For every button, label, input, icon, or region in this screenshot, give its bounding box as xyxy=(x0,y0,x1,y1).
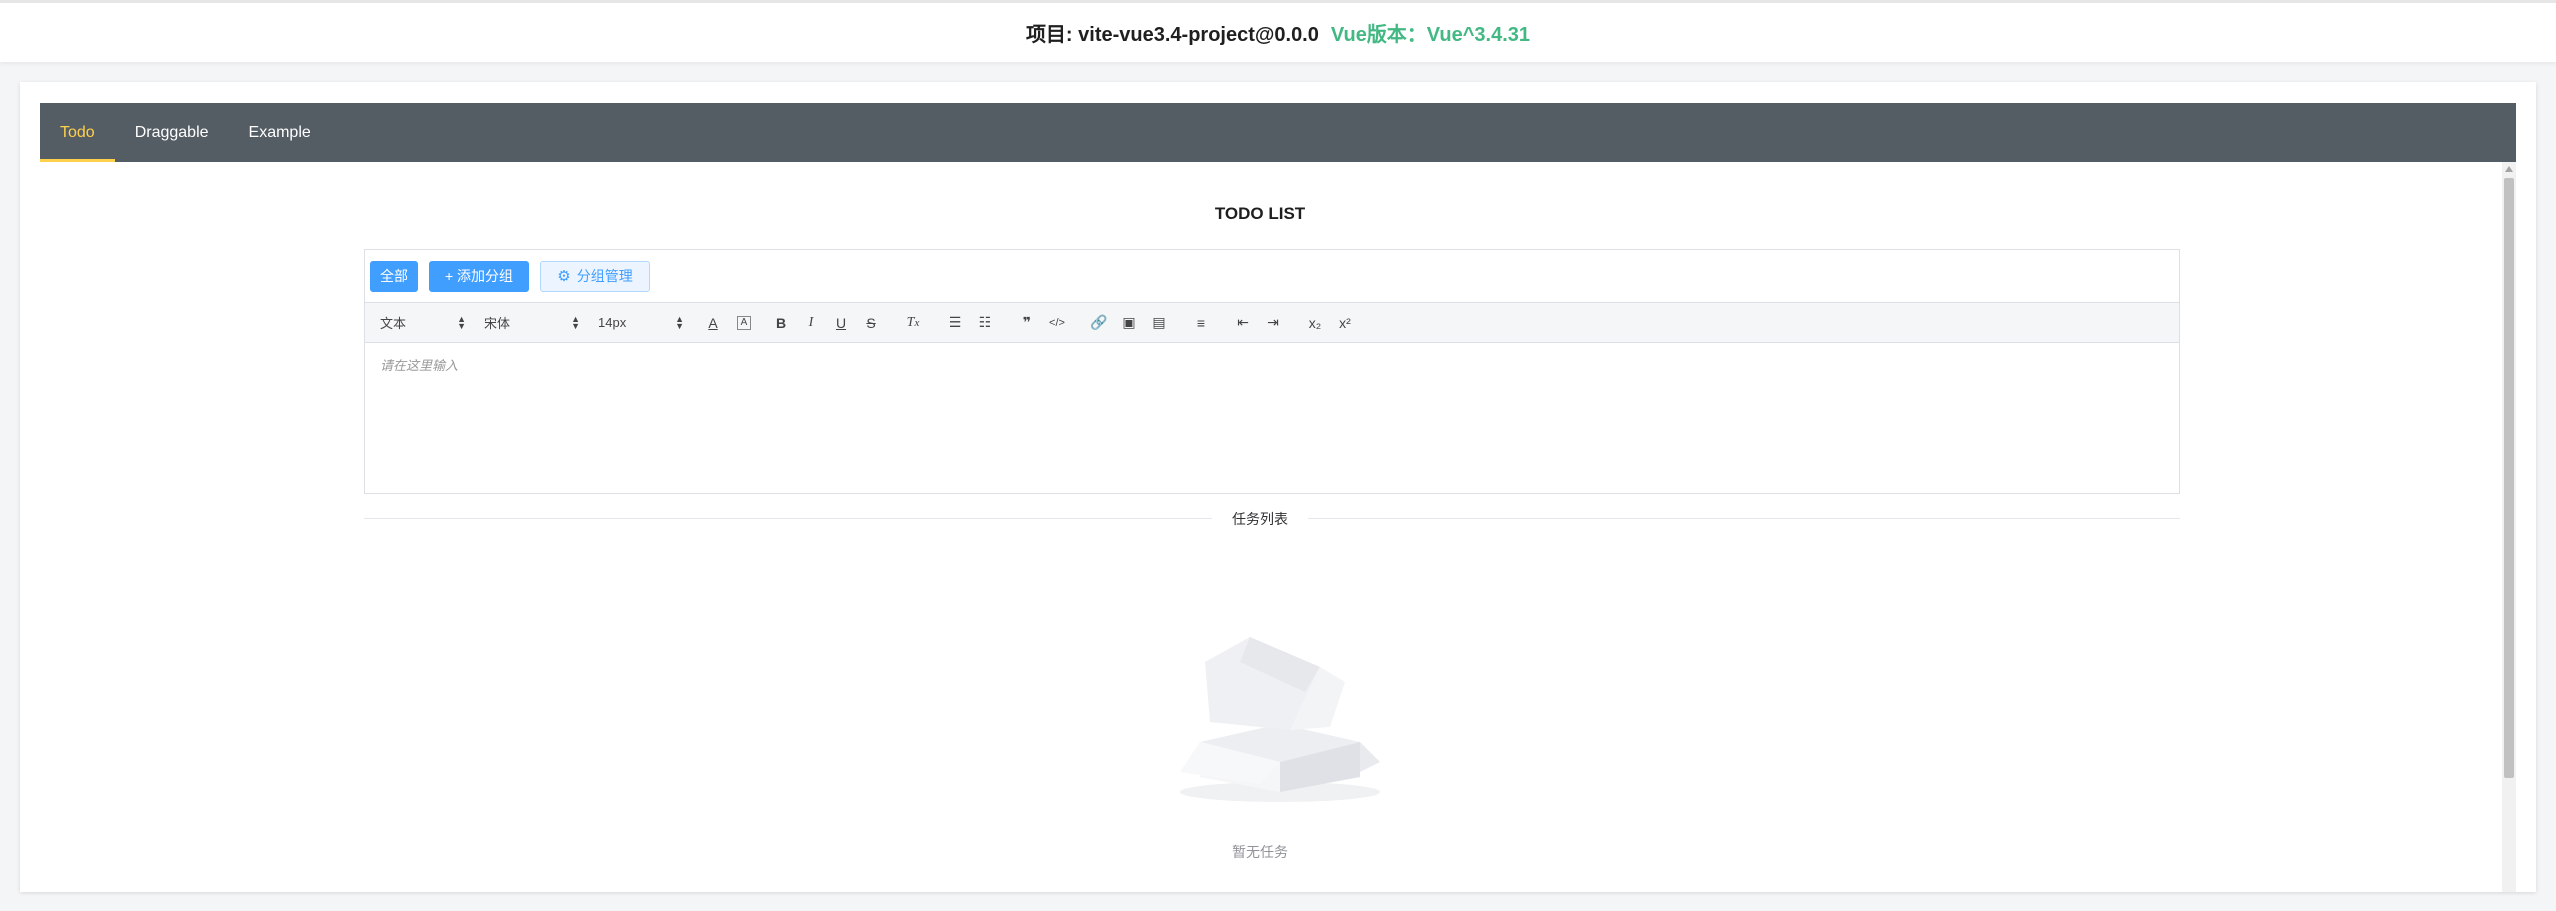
nav-menu: Todo Draggable Example xyxy=(40,103,2516,162)
header-picker-caret-icon: ▲ ▼ xyxy=(457,313,466,331)
tab-draggable[interactable]: Draggable xyxy=(115,103,229,162)
project-name: 项目: vite-vue3.4-project@0.0.0 xyxy=(1025,24,1319,46)
manage-groups-button[interactable]: ⚙ 分组管理 xyxy=(540,260,650,292)
font-picker-caret-icon: ▲ ▼ xyxy=(571,313,580,331)
scroll-up-arrow[interactable] xyxy=(2505,166,2513,172)
align-icon[interactable]: ≡ xyxy=(1190,312,1212,334)
empty-text: 暂无任务 xyxy=(1232,844,1288,860)
size-picker-value: 14px xyxy=(598,315,627,330)
font-picker[interactable]: 宋体 ▲ ▼ xyxy=(484,313,580,332)
italic-icon[interactable]: I xyxy=(800,312,822,334)
background-color-icon[interactable]: A xyxy=(737,315,751,330)
link-icon[interactable]: 🔗 xyxy=(1088,312,1110,334)
tab-todo[interactable]: Todo xyxy=(40,103,115,162)
editor-toolbar: 文本 ▲ ▼ 宋体 ▲ ▼ 14px ▲ ▼ A A B I U S Tx ☰ ☷ ❞ xyxy=(365,303,2179,343)
underline-icon[interactable]: U xyxy=(830,312,852,334)
size-picker[interactable]: 14px ▲ ▼ xyxy=(598,313,684,331)
tab-example[interactable]: Example xyxy=(229,103,331,162)
strike-icon[interactable]: S xyxy=(860,312,882,334)
vertical-scrollbar[interactable] xyxy=(2502,162,2516,892)
empty-box-icon xyxy=(1180,637,1380,802)
gear-icon: ⚙ xyxy=(557,268,571,285)
font-picker-value: 宋体 xyxy=(484,316,511,331)
all-group-button[interactable]: 全部 xyxy=(370,260,418,292)
header-picker[interactable]: 文本 ▲ ▼ xyxy=(380,313,466,332)
group-bar: 全部 + 添加分组 ⚙ 分组管理 xyxy=(365,250,2179,303)
task-divider-label: 任务列表 xyxy=(1212,511,1308,527)
code-block-icon[interactable]: </> xyxy=(1046,312,1068,334)
text-color-icon[interactable]: A xyxy=(702,312,724,334)
todo-editor: 全部 + 添加分组 ⚙ 分组管理 文本 ▲ ▼ 宋体 ▲ ▼ 14px ▲ ▼ A A… xyxy=(364,249,2180,494)
task-divider: 任务列表 xyxy=(20,509,2500,529)
main-card: Todo Draggable Example TODO LIST 全部 + 添加… xyxy=(20,82,2536,892)
manage-groups-label: 分组管理 xyxy=(576,268,633,284)
superscript-icon[interactable]: x² xyxy=(1334,312,1356,334)
ordered-list-icon[interactable]: ☰ xyxy=(944,312,966,334)
indent-icon[interactable]: ⇥ xyxy=(1262,312,1284,334)
bullet-list-icon[interactable]: ☷ xyxy=(974,312,996,334)
image-icon[interactable]: ▣ xyxy=(1118,312,1140,334)
page-title: TODO LIST xyxy=(1214,204,1306,223)
clear-format-icon[interactable]: Tx xyxy=(902,312,924,334)
size-picker-caret-icon: ▲ ▼ xyxy=(675,313,684,331)
subscript-icon[interactable]: x₂ xyxy=(1304,312,1326,334)
top-header: 项目: vite-vue3.4-project@0.0.0 Vue版本：Vue^… xyxy=(0,0,2556,62)
editor-placeholder: 请在这里输入 xyxy=(380,358,459,373)
vue-version: Vue版本：Vue^3.4.31 xyxy=(1330,24,1531,46)
editor-input[interactable]: 请在这里输入 xyxy=(365,343,2179,386)
add-group-button[interactable]: + 添加分组 xyxy=(429,260,529,292)
scroll-thumb[interactable] xyxy=(2504,178,2514,778)
outdent-icon[interactable]: ⇤ xyxy=(1232,312,1254,334)
header-picker-value: 文本 xyxy=(380,316,407,331)
bold-icon[interactable]: B xyxy=(770,312,792,334)
blockquote-icon[interactable]: ❞ xyxy=(1016,312,1038,334)
video-icon[interactable]: ▤ xyxy=(1148,312,1170,334)
